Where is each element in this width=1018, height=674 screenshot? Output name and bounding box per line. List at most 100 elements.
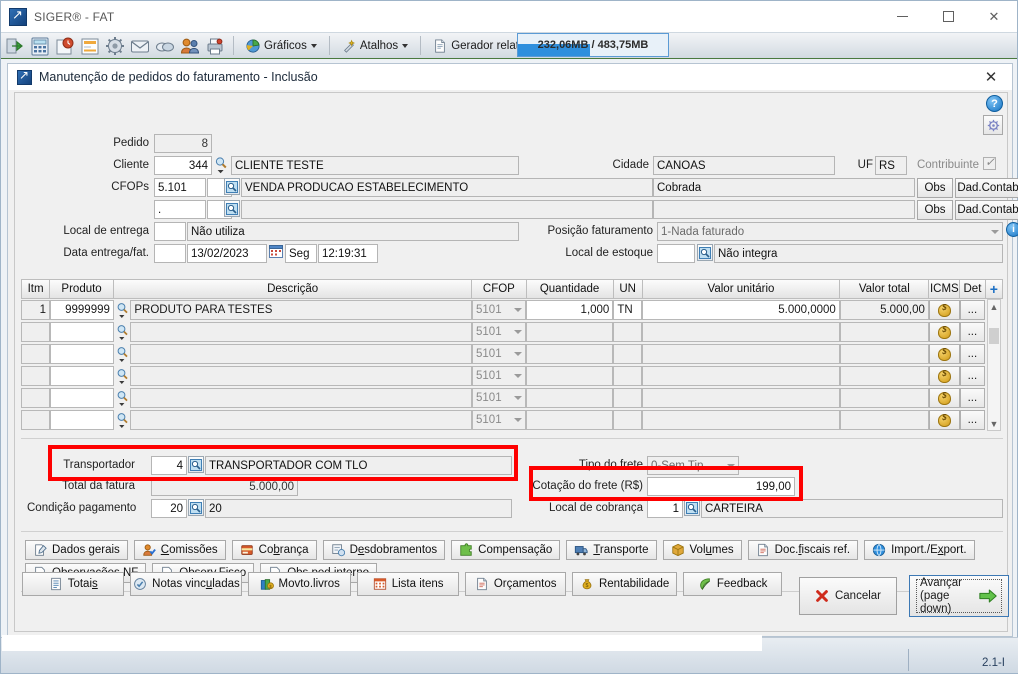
transportador-search-button[interactable] <box>188 456 204 473</box>
dad-contab-button-2[interactable]: Dad.Contab <box>955 200 1018 220</box>
cell-valor-unitario[interactable] <box>642 366 840 386</box>
users-icon[interactable] <box>179 35 201 57</box>
col-header-descricao[interactable]: Descrição <box>114 279 473 299</box>
btn-movto-livros[interactable]: $ Movto.livros <box>248 572 351 596</box>
tab-cobranca[interactable]: Cobrança <box>231 540 317 560</box>
transportador-name-field[interactable]: TRANSPORTADOR COM TLO <box>205 456 512 475</box>
cfop1-code-field[interactable]: 5.101 <box>154 178 206 197</box>
table-row[interactable]: 5101... <box>21 409 985 431</box>
maximize-button[interactable] <box>925 1 971 32</box>
cell-valor-unitario[interactable]: 5.000,0000 <box>642 300 840 320</box>
table-row[interactable]: 5101... <box>21 365 985 387</box>
list-report-icon[interactable] <box>79 35 101 57</box>
cell-un[interactable]: TN <box>613 300 643 320</box>
btn-totais[interactable]: Totais <box>22 572 125 596</box>
cell-valor-unitario[interactable] <box>642 344 840 364</box>
cell-cfop[interactable]: 5101 <box>472 300 527 320</box>
obs-button-2[interactable]: Obs <box>917 200 953 220</box>
printer-icon[interactable] <box>204 35 226 57</box>
cell-det-button[interactable]: ... <box>959 410 985 430</box>
local-entrega-code-field[interactable] <box>154 222 186 241</box>
cell-det-button[interactable]: ... <box>959 388 985 408</box>
schedule-clock-icon[interactable] <box>54 35 76 57</box>
produto-search-icon[interactable] <box>114 344 130 364</box>
cobranca1-field[interactable]: Cobrada <box>653 178 915 197</box>
col-header-produto[interactable]: Produto <box>50 279 115 299</box>
cell-un[interactable] <box>613 388 643 408</box>
cell-itm[interactable] <box>21 388 51 408</box>
cell-det-button[interactable]: ... <box>959 344 985 364</box>
tab-import-export[interactable]: Import./Export. <box>864 540 975 560</box>
cell-itm[interactable] <box>21 366 51 386</box>
cfop2-search-button[interactable] <box>224 200 240 217</box>
local-cobranca-search-button[interactable] <box>684 499 700 516</box>
cell-descricao[interactable] <box>130 366 473 386</box>
cell-valor-total[interactable] <box>839 388 929 408</box>
table-row[interactable]: 1 9999999 PRODUTO PARA TESTES 5101 1,000 TN 5.… <box>21 299 985 321</box>
col-header-cfop[interactable]: CFOP <box>472 279 527 299</box>
dad-contab-button-1[interactable]: Dad.Contab <box>955 178 1018 198</box>
tab-dados-gerais[interactable]: Dados gerais <box>25 540 128 560</box>
cfop1-search-button[interactable] <box>224 178 240 195</box>
local-estoque-search-button[interactable] <box>697 244 713 261</box>
cell-icms-button[interactable] <box>928 410 960 430</box>
info-icon[interactable]: i <box>1006 222 1018 237</box>
cell-descricao[interactable] <box>130 410 473 430</box>
uf-field[interactable]: RS <box>875 156 907 175</box>
col-header-valor-total[interactable]: Valor total <box>840 279 930 299</box>
cliente-name-field[interactable]: CLIENTE TESTE <box>231 156 519 175</box>
cell-cfop[interactable]: 5101 <box>472 388 527 408</box>
produto-search-icon[interactable] <box>114 300 130 320</box>
cell-un[interactable] <box>613 366 643 386</box>
produto-search-icon[interactable] <box>114 388 130 408</box>
cell-produto[interactable] <box>50 366 114 386</box>
time-field[interactable]: 12:19:31 <box>318 244 378 263</box>
cfop1-desc-field[interactable]: VENDA PRODUCAO ESTABELECIMENTO <box>241 178 653 197</box>
cell-quantidade[interactable] <box>526 344 614 364</box>
col-header-un[interactable]: UN <box>613 279 643 299</box>
advance-button[interactable]: Avançar (page down) <box>909 575 1009 617</box>
cell-produto[interactable] <box>50 322 114 342</box>
col-header-itm[interactable]: Itm <box>21 279 51 299</box>
data-entrega-date-field[interactable]: 13/02/2023 <box>187 244 267 263</box>
cell-produto[interactable] <box>50 410 114 430</box>
local-cobranca-code-field[interactable]: 1 <box>647 499 683 518</box>
atalhos-menu[interactable]: Atalhos <box>337 35 413 57</box>
cell-cfop[interactable]: 5101 <box>472 410 527 430</box>
produto-search-icon[interactable] <box>114 366 130 386</box>
cancel-button[interactable]: Cancelar <box>799 577 897 615</box>
cell-descricao[interactable] <box>130 322 473 342</box>
col-header-add-row[interactable]: + <box>985 279 1004 299</box>
grid-scrollbar[interactable]: ▲ ▼ <box>987 299 1001 431</box>
cell-un[interactable] <box>613 410 643 430</box>
cobranca2-field[interactable] <box>653 200 915 219</box>
local-entrega-desc-field[interactable]: Não utiliza <box>187 222 519 241</box>
cell-un[interactable] <box>613 322 643 342</box>
cell-valor-unitario[interactable] <box>642 410 840 430</box>
cell-itm[interactable] <box>21 344 51 364</box>
minimize-button[interactable] <box>879 1 925 32</box>
cell-quantidade[interactable] <box>526 410 614 430</box>
dialog-close-button[interactable]: ✕ <box>976 66 1006 88</box>
close-button[interactable]: ✕ <box>971 1 1017 32</box>
obs-button-1[interactable]: Obs <box>917 178 953 198</box>
cell-icms-button[interactable] <box>928 300 960 320</box>
gear-settings-icon[interactable] <box>104 35 126 57</box>
calculator-icon[interactable] <box>29 35 51 57</box>
cell-cfop[interactable]: 5101 <box>472 366 527 386</box>
cell-valor-total[interactable] <box>839 322 929 342</box>
scroll-down-icon[interactable]: ▼ <box>988 417 1000 430</box>
tab-volumes[interactable]: Volumes <box>662 540 742 560</box>
cell-descricao[interactable]: PRODUTO PARA TESTES <box>130 300 473 320</box>
tab-compensacao[interactable]: Compensação <box>451 540 561 560</box>
table-row[interactable]: 5101... <box>21 387 985 409</box>
btn-notas-vinculadas[interactable]: Notas vinculadas <box>130 572 243 596</box>
local-estoque-code-field[interactable] <box>657 244 695 263</box>
mail-icon[interactable] <box>129 35 151 57</box>
btn-feedback[interactable]: Feedback <box>683 572 782 596</box>
cell-valor-total[interactable] <box>839 366 929 386</box>
cell-valor-total[interactable] <box>839 410 929 430</box>
cell-icms-button[interactable] <box>928 366 960 386</box>
cell-valor-unitario[interactable] <box>642 322 840 342</box>
cell-det-button[interactable]: ... <box>959 366 985 386</box>
